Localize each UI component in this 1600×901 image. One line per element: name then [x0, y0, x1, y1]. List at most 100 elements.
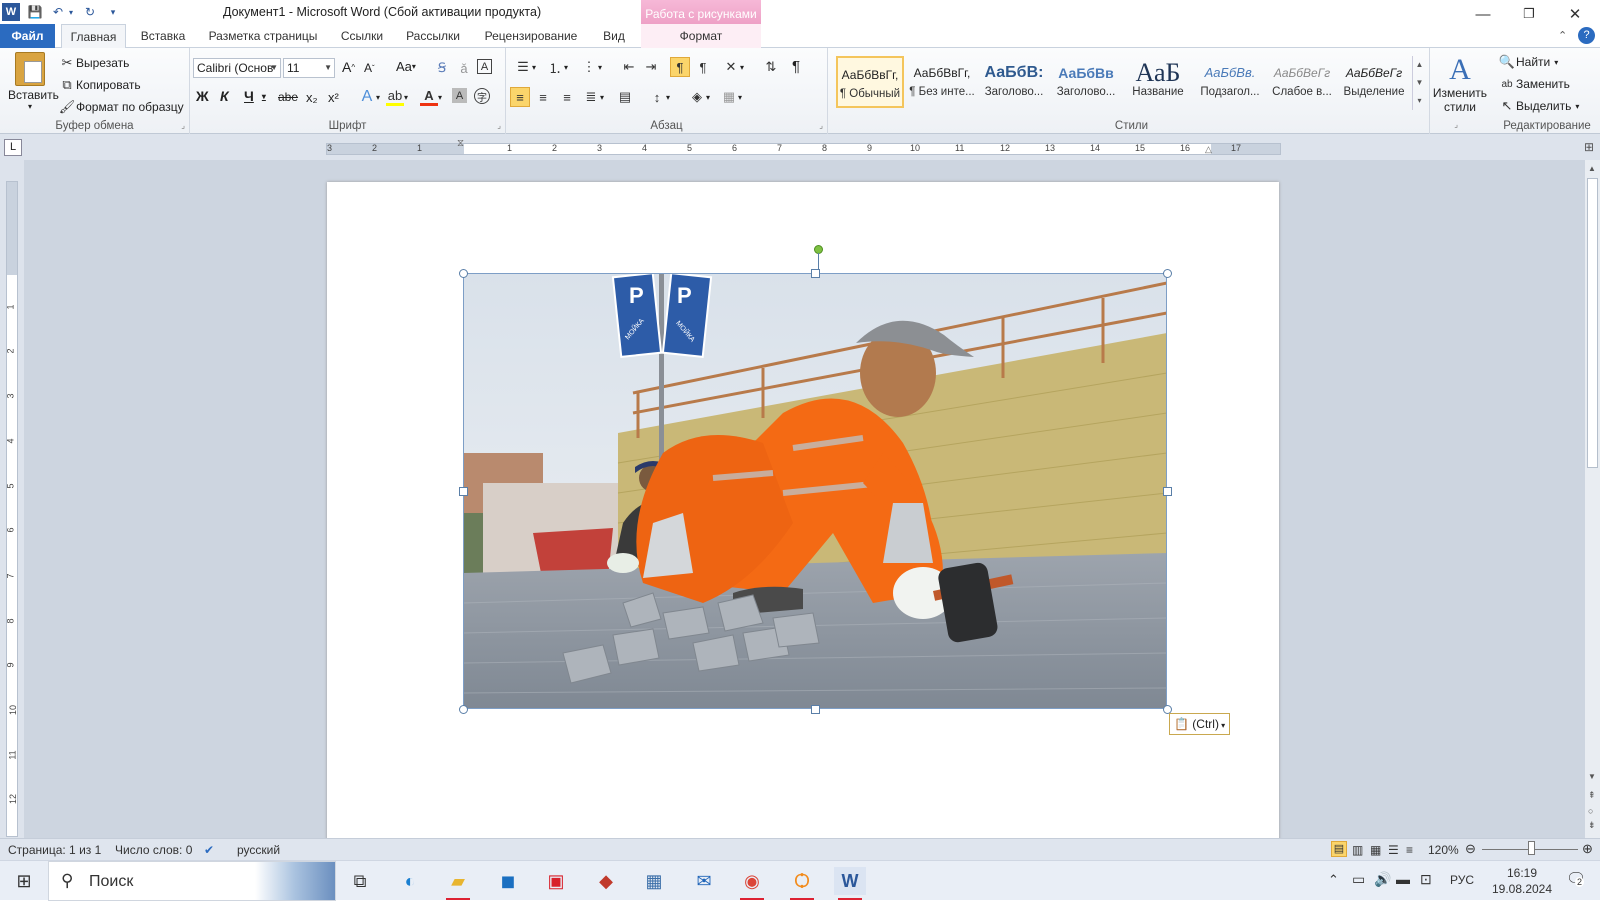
chrome-icon[interactable]: ◉ — [736, 867, 768, 900]
scroll-up-icon[interactable]: ▲ — [1588, 164, 1596, 173]
font-color-button[interactable]: A ▾ — [420, 88, 442, 106]
shrink-font-button[interactable]: Aˇ — [364, 61, 375, 75]
word-count[interactable]: Число слов: 0 — [115, 843, 192, 857]
grow-font-button[interactable]: A ^ — [342, 59, 355, 75]
multilevel-list-button[interactable]: ⋮ ▾ — [580, 58, 603, 76]
underline-button[interactable]: Ч ▾ — [244, 88, 266, 104]
indent-marker-icon[interactable]: ⧖ — [457, 138, 464, 149]
undo-dropdown-icon[interactable]: ▾ — [66, 3, 76, 21]
cut-button[interactable]: ✂ Вырезать — [58, 54, 130, 72]
increase-indent-button[interactable]: ⇥ — [642, 58, 660, 76]
tab-format[interactable]: Формат — [641, 24, 761, 48]
line-spacing-button[interactable]: ↕ ▾ — [648, 88, 670, 106]
enclose-characters-button[interactable]: 字 — [474, 88, 490, 104]
character-shading-button[interactable]: A — [452, 88, 467, 103]
undo-icon[interactable]: ↶ — [49, 3, 67, 21]
redo-icon[interactable]: ↻ — [81, 3, 99, 21]
inserted-picture[interactable]: P P МОЙКА МОЙКА — [463, 273, 1167, 709]
resize-handle-e[interactable] — [1163, 487, 1172, 496]
strikethrough-button[interactable]: abe — [278, 90, 298, 104]
tab-page-layout[interactable]: Разметка страницы — [204, 24, 322, 48]
word-taskbar-icon[interactable]: W — [834, 867, 866, 900]
decrease-indent-button[interactable]: ⇤ — [620, 58, 638, 76]
task-view-icon[interactable]: ⧉ — [344, 867, 376, 895]
network-icon[interactable]: ⊡ — [1420, 871, 1432, 888]
horizontal-ruler[interactable]: ⧖ △ 3 2 1 1 2 3 4 5 6 7 8 9 10 11 12 13 … — [326, 138, 1281, 155]
vertical-scrollbar[interactable]: ▲ ▼ ⇞ ○ ⇟ — [1584, 160, 1600, 838]
tab-mailings[interactable]: Рассылки — [400, 24, 466, 48]
tab-view[interactable]: Вид — [596, 24, 632, 48]
style-heading-2[interactable]: АаБбВв Заголово... — [1052, 56, 1120, 108]
style-subtle-emphasis[interactable]: АаБбВеГг Слабое в... — [1268, 56, 1336, 108]
resize-handle-w[interactable] — [459, 487, 468, 496]
battery-icon[interactable]: ▬ — [1396, 871, 1410, 887]
save-icon[interactable]: 💾 — [26, 3, 44, 21]
notifications-icon[interactable]: 🗨2 — [1566, 869, 1586, 889]
help-icon[interactable]: ? — [1578, 27, 1595, 44]
tab-review[interactable]: Рецензирование — [480, 24, 582, 48]
volume-icon[interactable]: 🔊 — [1374, 871, 1391, 888]
align-center-button[interactable]: ≡ — [534, 88, 552, 106]
web-layout-icon[interactable]: ▦ — [1370, 843, 1381, 857]
select-browse-object-icon[interactable]: ○ — [1588, 806, 1593, 816]
dialog-launcher-icon[interactable]: ⌟ — [1454, 120, 1458, 129]
superscript-button[interactable]: x² — [328, 90, 339, 105]
clock[interactable]: 16:19 19.08.2024 — [1480, 865, 1564, 897]
full-screen-reading-icon[interactable]: ▥ — [1352, 843, 1363, 857]
proofing-icon[interactable]: ✔ — [204, 843, 214, 857]
resize-handle-nw[interactable] — [459, 269, 468, 278]
show-formatting-button[interactable]: ¶ — [792, 58, 800, 75]
sort-button[interactable]: ⇅ — [762, 58, 780, 76]
tab-file[interactable]: Файл — [0, 24, 55, 48]
find-button[interactable]: 🔍 Найти ▾ — [1498, 53, 1558, 71]
paste-options-button[interactable]: 📋 (Ctrl) ▾ — [1169, 713, 1230, 735]
style-heading-1[interactable]: АаБбВ: Заголово... — [980, 56, 1048, 108]
red-app-icon[interactable]: ◆ — [590, 867, 622, 895]
italic-button[interactable]: К — [220, 88, 229, 104]
text-effects-button[interactable]: A ▾ — [358, 88, 380, 106]
show-hidden-icons-icon[interactable]: ⌃ — [1328, 872, 1339, 888]
justify-button[interactable]: ≣ ▾ — [582, 88, 604, 106]
style-title[interactable]: АаБ Название — [1124, 56, 1192, 108]
style-emphasis[interactable]: АаБбВеГг Выделение — [1340, 56, 1408, 108]
zoom-level[interactable]: 120% — [1428, 843, 1459, 857]
collapse-ribbon-icon[interactable]: ⌃ — [1558, 29, 1567, 42]
reader-app-icon[interactable]: ▣ — [540, 867, 572, 895]
zoom-out-icon[interactable]: ⊖ — [1465, 841, 1476, 857]
highlight-button[interactable]: ab ▾ — [386, 88, 408, 106]
copy-button[interactable]: ⧉ Копировать — [58, 76, 140, 94]
phonetic-guide-button[interactable]: ǎ — [455, 59, 473, 77]
vertical-ruler[interactable]: 1 2 3 4 5 6 7 8 9 10 11 12 — [6, 181, 18, 837]
search-box[interactable]: ⚲ Поиск — [48, 861, 336, 901]
align-left-button[interactable]: ≡ — [510, 87, 530, 107]
store-icon[interactable]: ◼ — [492, 867, 524, 895]
previous-page-icon[interactable]: ⇞ — [1588, 790, 1596, 801]
font-name-combo[interactable]: Calibri (Основ ▼ — [193, 58, 281, 78]
replace-button[interactable]: ab Заменить — [1498, 75, 1570, 93]
file-explorer-icon[interactable]: ▰ — [442, 867, 474, 900]
outline-icon[interactable]: ☰ — [1388, 843, 1399, 857]
character-border-button[interactable]: A — [477, 59, 492, 74]
edge-icon[interactable]: ◐ — [394, 867, 426, 895]
resize-handle-sw[interactable] — [459, 705, 468, 714]
resize-handle-n[interactable] — [811, 269, 820, 278]
language-indicator[interactable]: русский — [237, 843, 280, 857]
format-painter-button[interactable]: 🖌 Формат по образцу — [58, 98, 184, 116]
styles-scroll[interactable]: ▲ ▼ ▾ — [1412, 56, 1426, 110]
subscript-button[interactable]: x₂ — [306, 90, 318, 105]
shading-button[interactable]: ◈ ▾ — [688, 88, 710, 106]
clear-formatting-button[interactable]: Ꞩ — [433, 59, 451, 77]
paste-button[interactable]: Вставить ▾ — [8, 52, 59, 111]
style-subtitle[interactable]: АаБбВв. Подзагол... — [1196, 56, 1264, 108]
right-indent-marker-icon[interactable]: △ — [1205, 144, 1212, 155]
tab-home[interactable]: Главная — [61, 24, 126, 49]
draft-icon[interactable]: ≡ — [1406, 843, 1413, 857]
borders-button[interactable]: ▦ ▾ — [720, 88, 742, 106]
align-right-button[interactable]: ≡ — [558, 88, 576, 106]
zoom-slider-thumb[interactable] — [1528, 841, 1535, 855]
scroll-down-icon[interactable]: ▼ — [1588, 772, 1596, 781]
select-button[interactable]: ↖ Выделить ▾ — [1498, 97, 1580, 115]
font-size-combo[interactable]: 11 ▼ — [283, 58, 335, 78]
dialog-launcher-icon[interactable]: ⌟ — [819, 121, 823, 130]
calculator-icon[interactable]: ▦ — [638, 867, 670, 895]
